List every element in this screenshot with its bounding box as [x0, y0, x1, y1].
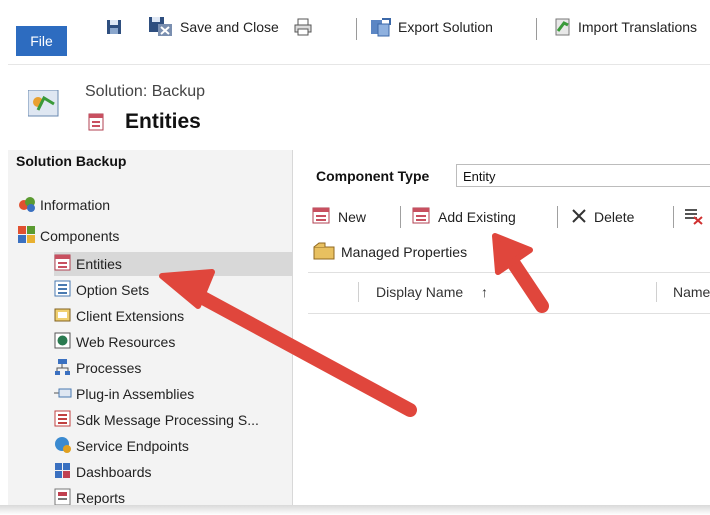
nav-item-entities[interactable]: Entities [54, 252, 292, 276]
nav-item-label: Dashboards [76, 464, 152, 480]
nav-item-label: Components [40, 228, 120, 244]
new-button[interactable]: New [312, 205, 366, 229]
component-type-select[interactable]: Entity [456, 164, 710, 187]
column-display-name[interactable]: Display Name ↑ [376, 284, 488, 300]
delete-button[interactable]: Delete [570, 205, 634, 229]
solution-title: Solution: Backup [85, 83, 206, 100]
ribbon-separator [356, 18, 357, 40]
import-translations-label: Import Translations [578, 19, 698, 35]
reports-icon [54, 488, 72, 505]
managed-properties-label: Managed Properties [341, 244, 468, 260]
client-extensions-icon [54, 306, 72, 327]
nav-title: Solution Backup [16, 153, 127, 169]
nav-item-label: Reports [76, 490, 126, 505]
save-and-close-label: Save and Close [180, 19, 279, 35]
nav-item-label: Plug-in Assemblies [76, 386, 195, 402]
nav-item-label: Client Extensions [76, 308, 185, 324]
import-translations-icon [554, 17, 572, 37]
nav-item-option-sets[interactable]: Option Sets [54, 278, 149, 302]
import-translations-button[interactable]: Import Translations [554, 16, 697, 38]
nav-item-label: Service Endpoints [76, 438, 189, 454]
sort-ascending-icon: ↑ [481, 284, 489, 300]
nav-item-service-endpoints[interactable]: Service Endpoints [54, 434, 189, 458]
toolbar-separator [400, 206, 401, 228]
remove-component-icon [684, 207, 704, 228]
nav-item-components[interactable]: Components [18, 224, 119, 248]
delete-x-icon [570, 207, 588, 228]
save-close-icon [148, 16, 174, 38]
nav-item-label: Option Sets [76, 282, 150, 298]
service-endpoints-icon [54, 436, 72, 457]
nav-item-information[interactable]: Information [18, 193, 110, 217]
column-separator [358, 282, 359, 302]
solution-icon [27, 89, 60, 120]
column-separator [656, 282, 657, 302]
printer-icon [294, 18, 312, 36]
save-button[interactable] [106, 16, 122, 38]
web-resources-icon [54, 332, 72, 353]
entities-icon [54, 254, 72, 275]
nav-item-label: Information [40, 197, 111, 213]
add-existing-label: Add Existing [438, 209, 516, 225]
nav-item-client-extensions[interactable]: Client Extensions [54, 304, 184, 328]
grid-header [308, 272, 710, 314]
column-label: Display Name [376, 284, 464, 300]
ribbon-separator [536, 18, 537, 40]
save-and-close-button[interactable]: Save and Close [148, 16, 279, 38]
remove-button[interactable] [684, 205, 704, 229]
column-name[interactable]: Name [673, 284, 710, 300]
nav-item-dashboards[interactable]: Dashboards [54, 460, 152, 484]
component-type-label: Component Type [316, 168, 430, 184]
toolbar-separator [557, 206, 558, 228]
processes-icon [54, 358, 72, 379]
page-title: Entities [125, 110, 201, 133]
export-solution-label: Export Solution [398, 19, 493, 35]
floppy-save-icon [106, 19, 122, 35]
dashboards-icon [54, 462, 72, 483]
file-tab[interactable]: File [16, 26, 67, 56]
add-existing-button[interactable]: Add Existing [412, 205, 516, 229]
window-shadow [0, 505, 710, 515]
add-existing-icon [412, 207, 432, 228]
option-sets-icon [54, 280, 72, 301]
toolbar-separator [673, 206, 674, 228]
nav-item-plugin-assemblies[interactable]: Plug-in Assemblies [54, 382, 194, 406]
crm-window: File Save and Close Export Solution Impo… [8, 0, 710, 505]
export-solution-icon [370, 17, 392, 37]
managed-properties-button[interactable]: Managed Properties [313, 240, 467, 264]
nav-item-web-resources[interactable]: Web Resources [54, 330, 175, 354]
delete-label: Delete [594, 209, 635, 225]
information-icon [18, 195, 36, 216]
sdk-message-icon [54, 410, 72, 431]
print-button[interactable] [294, 16, 312, 38]
nav-item-label: Web Resources [76, 334, 176, 350]
ribbon: File Save and Close Export Solution Impo… [8, 0, 710, 65]
new-label: New [338, 209, 367, 225]
nav-item-label: Entities [76, 256, 122, 272]
managed-properties-icon [313, 242, 335, 263]
plugin-assemblies-icon [54, 384, 72, 405]
nav-item-label: Processes [76, 360, 142, 376]
entities-header-icon [87, 112, 107, 137]
nav-item-label: Sdk Message Processing S... [76, 412, 259, 428]
nav-item-reports[interactable]: Reports [54, 486, 125, 505]
nav-item-processes[interactable]: Processes [54, 356, 141, 380]
nav-item-sdk-message-processing[interactable]: Sdk Message Processing S... [54, 408, 259, 432]
export-solution-button[interactable]: Export Solution [370, 16, 493, 38]
components-icon [18, 225, 36, 247]
new-entity-icon [312, 207, 332, 228]
